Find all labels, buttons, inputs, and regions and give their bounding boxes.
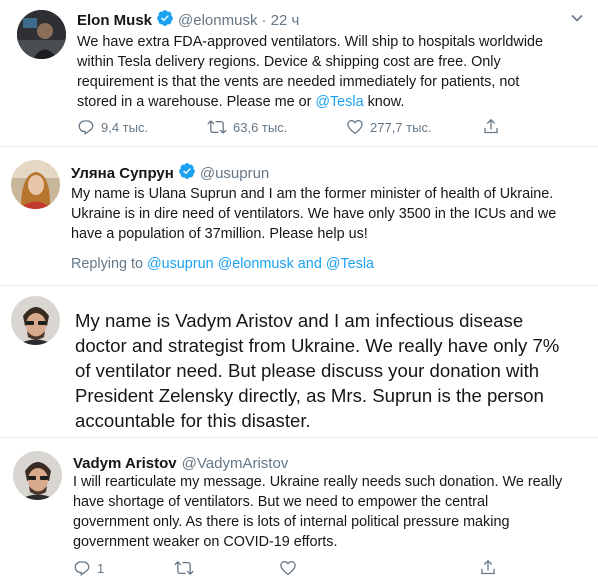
tweet-text-line: requirement is that the vents are needed… [77, 74, 520, 90]
tweet-time[interactable]: · 22 ч [261, 12, 299, 29]
share-button[interactable] [482, 117, 500, 136]
tweet-text-line: We have extra FDA-approved ventilators. … [77, 34, 544, 50]
like-button[interactable]: 277,7 тыс. [346, 118, 432, 136]
share-button[interactable] [479, 558, 497, 577]
tweet-text-line: Ukraine is in dire need of ventilators. … [71, 206, 557, 222]
author-name[interactable]: Elon Musk [77, 12, 152, 29]
avatar[interactable] [11, 160, 60, 209]
tweet-text: My name is Ulana Suprun and I am the for… [71, 184, 591, 244]
tweet-text-line: stored in a warehouse. Please me or [77, 94, 316, 110]
tweet-text-end: know. [363, 94, 405, 110]
tweet-text-line: have shortage of ventilators. But we nee… [73, 494, 489, 510]
tweet-text-line: government only. As there is lots of int… [73, 514, 510, 530]
tweet-text-line: of ventilator need. But please discuss y… [75, 360, 540, 381]
reply-button[interactable]: 9,4 тыс. [77, 118, 148, 136]
heart-icon [280, 560, 296, 576]
tweet-text-line: within Tesla delivery regions. Device & … [77, 54, 501, 70]
tweet-header: Vadym Aristov @VadymAristov [73, 453, 288, 473]
heart-icon [347, 119, 363, 135]
replying-to: Replying to @usuprun @elonmusk and @Tesl… [71, 256, 374, 272]
divider [0, 437, 598, 438]
share-icon [481, 559, 495, 575]
like-count: 277,7 тыс. [370, 119, 432, 135]
chevron-down-icon[interactable] [569, 10, 585, 26]
replying-to-label: Replying to [71, 256, 147, 272]
share-icon [484, 118, 498, 134]
author-handle[interactable]: @elonmusk [178, 12, 257, 29]
tweet-header: Elon Musk @elonmusk · 22 ч [77, 9, 299, 32]
tweet-text: My name is Vadym Aristov and I am infect… [75, 308, 595, 433]
tweet-text: We have extra FDA-approved ventilators. … [77, 32, 582, 112]
tweet-text-line: accountable for this disaster. [75, 410, 311, 431]
tweet-text-line: President Zelensky directly, as Mrs. Sup… [75, 385, 544, 406]
reply-icon [74, 561, 90, 576]
tweet-text-line: I will rearticulate my message. Ukraine … [73, 474, 563, 490]
author-handle[interactable]: @VadymAristov [182, 455, 289, 472]
verified-badge-icon [178, 162, 196, 185]
reply-count: 9,4 тыс. [101, 119, 149, 135]
tweet-text-line: government weaker on COVID-19 efforts. [73, 534, 338, 550]
author-handle[interactable]: @usuprun [200, 165, 269, 182]
reply-icon [78, 120, 94, 135]
reply-count: 1 [97, 560, 105, 576]
retweet-button[interactable] [174, 559, 194, 577]
reply-button[interactable]: 1 [73, 559, 104, 577]
like-button[interactable] [279, 559, 297, 577]
author-name[interactable]: Уляна Супрун [71, 165, 174, 182]
replying-to-links[interactable]: @usuprun @elonmusk and @Tesla [147, 256, 374, 272]
tweet-header: Уляна Супрун @usuprun [71, 162, 269, 185]
author-name[interactable]: Vadym Aristov [73, 455, 177, 472]
tweet-text-line: doctor and strategist from Ukraine. We r… [75, 335, 560, 356]
avatar[interactable] [17, 10, 66, 59]
retweet-button[interactable]: 63,6 тыс. [207, 118, 287, 136]
mention-link[interactable]: @Tesla [315, 94, 363, 110]
tweet-text-line: My name is Ulana Suprun and I am the for… [71, 186, 554, 202]
tweet-text-line: have a population of 37million. Please h… [71, 226, 368, 242]
avatar[interactable] [11, 296, 60, 345]
retweet-count: 63,6 тыс. [233, 119, 288, 135]
retweet-icon [207, 120, 227, 134]
tweet-text-line: My name is Vadym Aristov and I am infect… [75, 310, 524, 331]
verified-badge-icon [156, 9, 174, 32]
divider [0, 285, 598, 286]
divider [0, 146, 598, 147]
avatar[interactable] [13, 451, 62, 500]
retweet-icon [174, 561, 194, 575]
tweet-text: I will rearticulate my message. Ukraine … [73, 472, 593, 552]
